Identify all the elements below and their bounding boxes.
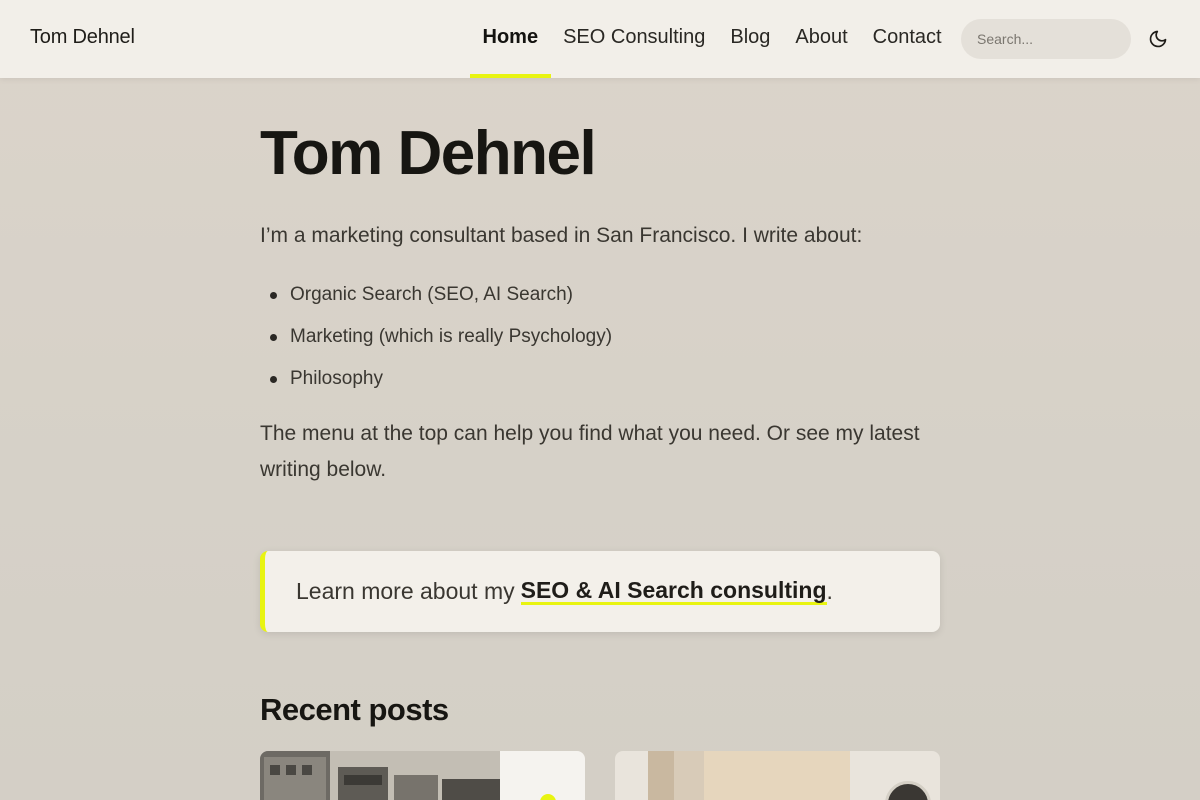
seo-consulting-link[interactable]: SEO & AI Search consulting bbox=[520, 578, 827, 605]
post-thumbnail bbox=[260, 751, 500, 800]
callout-prefix: Learn more about my bbox=[296, 578, 515, 604]
thumbnail-panel bbox=[674, 751, 704, 800]
main-nav: Home SEO Consulting Blog About Contact bbox=[470, 0, 954, 78]
nav-item-home[interactable]: Home bbox=[470, 0, 551, 78]
moon-icon bbox=[1149, 30, 1167, 48]
page-title: Tom Dehnel bbox=[260, 119, 597, 188]
site-brand[interactable]: Tom Dehnel bbox=[30, 26, 135, 49]
nav-item-about[interactable]: About bbox=[783, 0, 860, 78]
consulting-callout: Learn more about my SEO & AI Search cons… bbox=[260, 551, 940, 632]
post-thumbnail bbox=[648, 751, 674, 800]
nav-item-contact[interactable]: Contact bbox=[860, 0, 954, 78]
topic-item: Organic Search (SEO, AI Search) bbox=[269, 282, 612, 324]
nav-item-blog[interactable]: Blog bbox=[718, 0, 783, 78]
search-input[interactable] bbox=[961, 19, 1131, 59]
machine-illustration bbox=[260, 751, 500, 800]
post-card[interactable] bbox=[615, 751, 940, 800]
topics-list: Organic Search (SEO, AI Search) Marketin… bbox=[269, 282, 612, 408]
topic-item: Marketing (which is really Psychology) bbox=[269, 324, 612, 366]
emblem-icon bbox=[885, 781, 931, 800]
recent-posts-heading: Recent posts bbox=[260, 692, 449, 727]
thumbnail-panel bbox=[704, 751, 850, 800]
site-header: Tom Dehnel Home SEO Consulting Blog Abou… bbox=[0, 0, 1200, 78]
accent-dot bbox=[540, 794, 556, 800]
theme-toggle-button[interactable] bbox=[1145, 26, 1171, 52]
topic-item: Philosophy bbox=[269, 366, 612, 408]
callout-suffix: . bbox=[826, 578, 833, 604]
nav-item-seo-consulting[interactable]: SEO Consulting bbox=[551, 0, 718, 78]
post-card[interactable] bbox=[260, 751, 585, 800]
intro-text: I’m a marketing consultant based in San … bbox=[260, 224, 863, 247]
menu-hint-text: The menu at the top can help you find wh… bbox=[260, 422, 920, 481]
